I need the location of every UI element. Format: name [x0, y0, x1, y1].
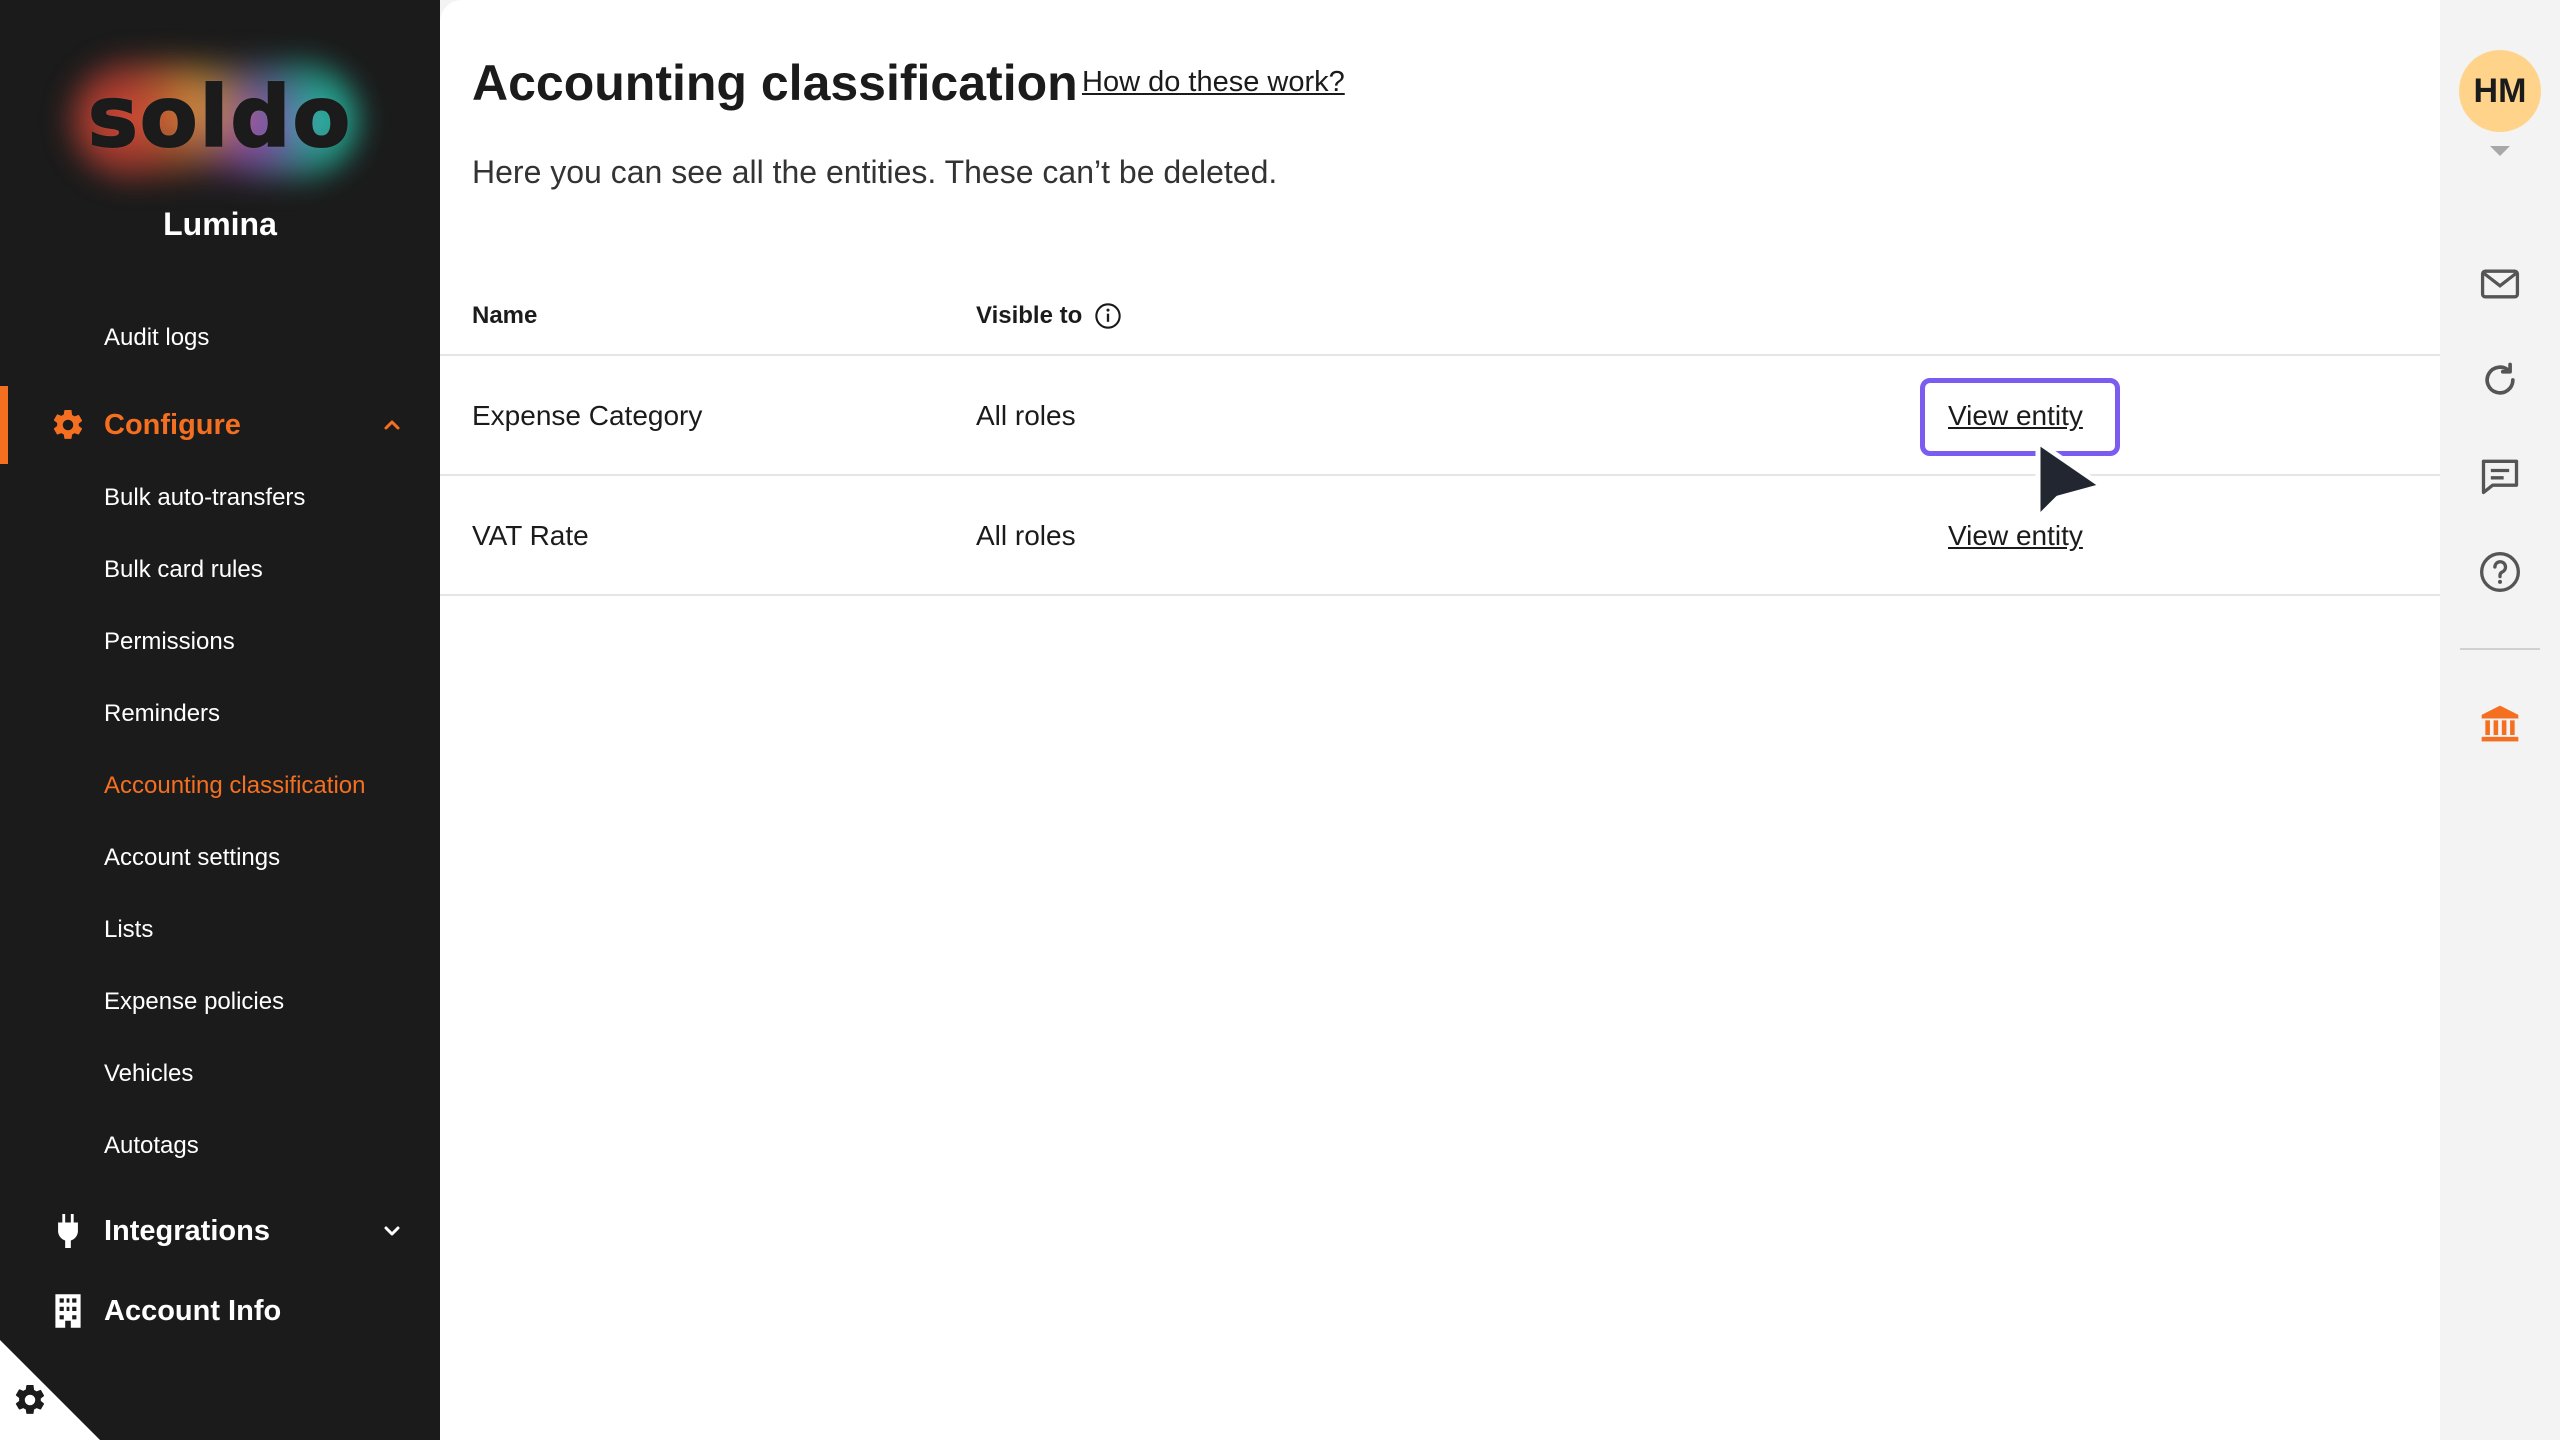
sidebar-item-lists[interactable]: Lists	[104, 916, 153, 944]
refresh-icon[interactable]	[2476, 356, 2524, 404]
sidebar-item-bulk-card-rules[interactable]: Bulk card rules	[104, 556, 263, 584]
table-divider	[440, 354, 2440, 356]
sidebar-item-configure-label: Configure	[104, 408, 241, 441]
column-header-visible-to: Visible to	[976, 302, 1122, 330]
soldo-logo: soldo	[60, 40, 380, 200]
sidebar-item-bulk-auto-transfers[interactable]: Bulk auto-transfers	[104, 484, 305, 512]
plug-icon	[48, 1211, 88, 1251]
sidebar-item-vehicles[interactable]: Vehicles	[104, 1060, 193, 1088]
sidebar-item-expense-policies[interactable]: Expense policies	[104, 988, 284, 1016]
sidebar-item-integrations[interactable]: Integrations	[48, 1206, 408, 1256]
page-title: Accounting classification	[472, 55, 1078, 111]
building-icon	[48, 1291, 88, 1331]
chevron-up-icon[interactable]	[376, 409, 408, 441]
chevron-down-icon[interactable]	[376, 1215, 408, 1247]
chat-icon[interactable]	[2476, 452, 2524, 500]
page-description: Here you can see all the entities. These…	[472, 154, 1278, 190]
main-content: Accounting classification How do these w…	[440, 0, 2440, 1440]
gear-icon	[48, 405, 88, 445]
app-window: soldo Lumina Audit logs Configure Bulk a…	[0, 0, 2560, 1440]
sidebar-item-accounting-classification[interactable]: Accounting classification	[104, 772, 365, 800]
row-1-visible-to: All roles	[976, 400, 1076, 431]
table-divider	[440, 594, 2440, 596]
column-header-name: Name	[472, 302, 537, 330]
settings-gear-icon[interactable]	[12, 1382, 48, 1418]
column-header-name-label: Name	[472, 302, 538, 329]
info-icon[interactable]	[1094, 302, 1122, 330]
organization-name: Lumina	[163, 206, 277, 242]
help-icon[interactable]	[2476, 548, 2524, 596]
sidebar: soldo Lumina Audit logs Configure Bulk a…	[0, 0, 440, 1440]
row-2-name: VAT Rate	[472, 520, 589, 551]
sidebar-item-account-info-label: Account Info	[104, 1294, 282, 1327]
table-divider	[440, 474, 2440, 476]
mouse-cursor-icon	[2026, 434, 2116, 534]
caret-down-icon[interactable]	[2490, 146, 2510, 156]
user-avatar[interactable]: HM	[2459, 50, 2541, 132]
help-link[interactable]: How do these work?	[1082, 66, 1345, 99]
column-header-visible-to-label: Visible to	[976, 302, 1083, 329]
active-section-indicator	[0, 386, 8, 464]
logo-text: soldo	[87, 67, 353, 167]
row-1-name: Expense Category	[472, 400, 703, 431]
sidebar-item-audit-logs[interactable]: Audit logs	[104, 324, 209, 352]
sidebar-item-integrations-label: Integrations	[104, 1214, 270, 1247]
mail-icon[interactable]	[2476, 260, 2524, 308]
sidebar-item-autotags[interactable]: Autotags	[104, 1132, 199, 1160]
right-rail: HM	[2440, 0, 2560, 1440]
sidebar-item-reminders[interactable]: Reminders	[104, 700, 220, 728]
row-2-visible-to: All roles	[976, 520, 1076, 551]
sidebar-item-permissions[interactable]: Permissions	[104, 628, 235, 656]
rail-divider	[2460, 648, 2540, 650]
bank-icon[interactable]	[2476, 700, 2524, 748]
sidebar-item-account-info[interactable]: Account Info	[48, 1286, 408, 1336]
sidebar-item-configure[interactable]: Configure	[48, 400, 408, 450]
sidebar-item-account-settings[interactable]: Account settings	[104, 844, 280, 872]
